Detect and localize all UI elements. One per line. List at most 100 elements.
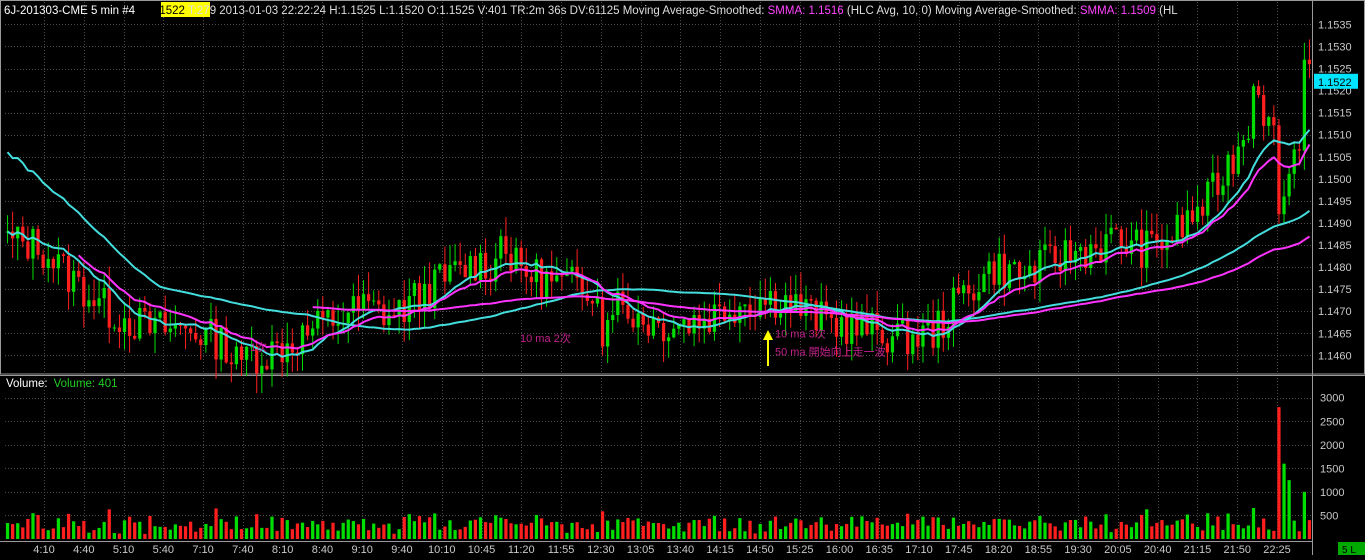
candle[interactable] xyxy=(260,352,264,393)
volume-bar[interactable] xyxy=(458,529,462,539)
candle[interactable] xyxy=(1226,151,1230,203)
candle[interactable] xyxy=(290,328,294,372)
volume-bar[interactable] xyxy=(280,517,284,539)
volume-bar[interactable] xyxy=(1175,520,1179,539)
candle[interactable] xyxy=(56,237,61,285)
volume-bar[interactable] xyxy=(204,523,208,539)
volume-bar[interactable] xyxy=(585,529,589,539)
volume-bar[interactable] xyxy=(1063,522,1067,539)
volume-bar[interactable] xyxy=(977,527,981,539)
volume-bar[interactable] xyxy=(1145,509,1149,539)
candle[interactable] xyxy=(214,306,218,379)
volume-bar[interactable] xyxy=(468,520,472,539)
candle[interactable] xyxy=(163,295,167,336)
volume-bar[interactable] xyxy=(61,527,66,539)
candle[interactable] xyxy=(36,225,40,260)
volume-bar[interactable] xyxy=(763,531,767,539)
volume-bar[interactable] xyxy=(524,525,528,539)
volume-bar[interactable] xyxy=(1048,523,1052,539)
candle[interactable] xyxy=(580,267,584,311)
volume-bar[interactable] xyxy=(346,519,350,539)
volume-bar[interactable] xyxy=(331,522,335,539)
volume-bar[interactable] xyxy=(906,513,910,539)
volume-bar[interactable] xyxy=(1211,525,1215,539)
volume-bar[interactable] xyxy=(336,530,340,539)
candle[interactable] xyxy=(738,302,742,343)
candle[interactable] xyxy=(336,304,340,344)
candle[interactable] xyxy=(366,272,371,309)
volume-bar[interactable] xyxy=(707,518,711,539)
volume-bar[interactable] xyxy=(728,531,732,539)
candle[interactable] xyxy=(407,278,411,341)
candle[interactable] xyxy=(1262,85,1266,141)
volume-bar[interactable] xyxy=(51,528,55,539)
volume-bar[interactable] xyxy=(951,517,956,539)
volume-bar[interactable] xyxy=(143,533,147,539)
volume-bar[interactable] xyxy=(66,513,71,539)
volume-bar[interactable] xyxy=(1007,519,1012,539)
candle[interactable] xyxy=(234,341,239,370)
volume-bar[interactable] xyxy=(753,533,757,539)
candle[interactable] xyxy=(839,300,844,346)
volume-bar[interactable] xyxy=(1058,530,1062,539)
candle[interactable] xyxy=(1307,39,1312,79)
volume-bar[interactable] xyxy=(1023,528,1027,539)
candle[interactable] xyxy=(5,215,10,244)
volume-bar[interactable] xyxy=(1124,524,1129,539)
volume-bar[interactable] xyxy=(397,529,401,539)
volume-bar[interactable] xyxy=(1155,522,1159,539)
candle[interactable] xyxy=(992,252,996,298)
candle[interactable] xyxy=(112,324,116,332)
candle[interactable] xyxy=(987,252,991,295)
volume-bar[interactable] xyxy=(839,526,844,539)
volume-bar[interactable] xyxy=(234,516,239,539)
candle[interactable] xyxy=(621,273,625,314)
candle[interactable] xyxy=(382,295,386,333)
candle[interactable] xyxy=(885,338,889,366)
volume-bar[interactable] xyxy=(885,525,889,539)
volume-bar[interactable] xyxy=(773,516,778,539)
candle[interactable] xyxy=(860,304,864,338)
candle[interactable] xyxy=(239,340,244,377)
volume-bar[interactable] xyxy=(972,524,976,539)
volume-bar[interactable] xyxy=(962,523,966,539)
candle[interactable] xyxy=(61,252,66,264)
volume-bar[interactable] xyxy=(1109,532,1113,539)
candle[interactable] xyxy=(244,346,249,377)
volume-bar[interactable] xyxy=(1302,491,1306,539)
volume-bar[interactable] xyxy=(534,514,539,539)
volume-bar[interactable] xyxy=(265,527,269,539)
volume-bar[interactable] xyxy=(229,529,233,539)
volume-bar[interactable] xyxy=(305,527,310,539)
volume-bar[interactable] xyxy=(611,529,615,539)
candle[interactable] xyxy=(72,259,76,307)
candle[interactable] xyxy=(183,324,188,350)
volume-bar[interactable] xyxy=(448,520,452,539)
volume-bar[interactable] xyxy=(941,524,945,539)
volume-bar[interactable] xyxy=(1297,531,1301,539)
volume-bar[interactable] xyxy=(1307,520,1312,539)
volume-bar[interactable] xyxy=(1195,526,1200,539)
volume-bar[interactable] xyxy=(850,516,854,539)
volume-bar[interactable] xyxy=(560,524,564,539)
candle[interactable] xyxy=(295,346,300,372)
volume-bar[interactable] xyxy=(1053,526,1057,539)
volume-bar[interactable] xyxy=(697,520,701,539)
volume-bar[interactable] xyxy=(875,517,879,539)
volume-bar[interactable] xyxy=(92,530,96,539)
volume-bar[interactable] xyxy=(702,526,706,539)
candle[interactable] xyxy=(26,225,30,262)
volume-bar[interactable] xyxy=(5,523,10,539)
volume-bar[interactable] xyxy=(433,513,437,539)
volume-bar[interactable] xyxy=(743,531,747,539)
candle[interactable] xyxy=(87,284,91,313)
volume-bar[interactable] xyxy=(1201,530,1205,539)
candle[interactable] xyxy=(936,298,940,364)
candle[interactable] xyxy=(458,242,462,275)
volume-bar[interactable] xyxy=(183,526,188,539)
volume-bar[interactable] xyxy=(250,527,254,539)
volume-bar[interactable] xyxy=(127,516,132,539)
volume-bar[interactable] xyxy=(1017,525,1022,539)
candle[interactable] xyxy=(31,226,35,280)
volume-bar[interactable] xyxy=(1236,524,1240,539)
